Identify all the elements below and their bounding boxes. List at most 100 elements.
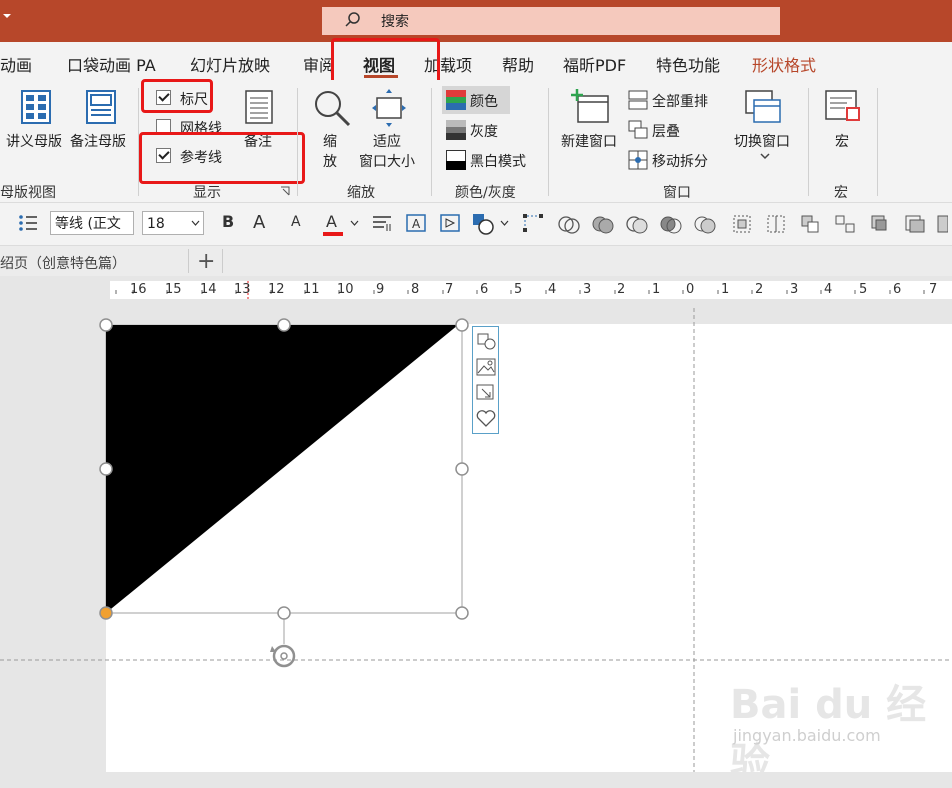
heart-icon[interactable] [476,410,496,428]
tab-special-features[interactable]: 特色功能 [656,52,720,76]
cascade-button[interactable]: 层叠 [652,121,680,141]
ruler-label: 1 [652,282,661,297]
shapes-chevron-down-icon[interactable] [500,220,509,226]
group-label-master-views: 母版视图 [0,185,56,201]
group-label-window: 窗口 [663,185,691,201]
font-size-chevron-down-icon [191,220,200,226]
group-label-zoom: 缩放 [347,185,375,201]
fit-window-icon [372,89,406,127]
search-icon [345,12,360,27]
zoom-icon [315,91,351,127]
color-icon [446,90,466,110]
resize-handle-top-right [455,318,469,332]
ruler-label: 10 [337,282,354,297]
cascade-icon [628,120,648,139]
rotate-icon [270,644,296,668]
tab-slideshow[interactable]: 幻灯片放映 [190,52,270,76]
handout-master-button[interactable]: 讲义母版 [6,131,62,151]
layout-options-icon[interactable] [476,332,496,350]
font-family-value: 等线 (正文 [55,216,121,232]
fit-window-button-line2[interactable]: 窗口大小 [359,151,415,171]
shrink-font-button[interactable]: A [291,214,301,230]
quick-access-dropdown-icon[interactable] [3,14,11,18]
fit-window-button[interactable]: 适应 [373,131,401,151]
svg-text:A: A [412,217,421,231]
font-color-button[interactable]: A [326,212,337,231]
font-color-swatch [323,232,343,236]
switch-window-button[interactable]: 切换窗口 [734,131,790,151]
black-white-button[interactable]: 黑白模式 [470,151,526,171]
ruler-label: 6 [480,282,489,297]
resize-icon[interactable] [476,384,496,402]
ruler-label: 0 [686,282,695,297]
resize-handle-bottom-right [455,606,469,620]
dialog-launcher-icon[interactable] [280,186,290,196]
font-color-chevron-down-icon[interactable] [350,220,359,226]
tab-foxit-pdf[interactable]: 福昕PDF [563,52,626,76]
move-split-button[interactable]: 移动拆分 [652,151,708,171]
highlight-box-guides [139,132,305,184]
tab-divider [222,249,223,273]
group-label-color-grayscale: 颜色/灰度 [455,185,516,201]
grayscale-icon [446,120,466,140]
notes-master-button[interactable]: 备注母版 [70,131,126,151]
resize-handle-bottom [277,606,291,620]
ruler-label: 3 [790,282,799,297]
move-split-icon [628,150,648,170]
ruler-label: 8 [411,282,420,297]
resize-handle-top-left [99,318,113,332]
font-family-dropdown[interactable]: 等线 (正文 [50,211,134,235]
color-button[interactable]: 颜色 [470,91,498,111]
macro-button[interactable]: 宏 [835,131,849,151]
new-window-icon [571,89,609,123]
group-separator [877,88,878,196]
merge-shapes-icons[interactable] [558,213,948,235]
notes-icon [245,90,273,124]
arrange-all-button[interactable]: 全部重排 [652,91,708,111]
tab-pocket-animation[interactable]: 口袋动画 PA [67,52,156,76]
ruler-label: 5 [859,282,868,297]
zoom-button[interactable]: 缩 [323,131,337,151]
add-tab-button[interactable]: + [197,249,215,274]
bullets-icon[interactable] [18,214,38,232]
arrange-all-icon [628,90,648,110]
group-separator [548,88,549,196]
ruler-label: 5 [514,282,523,297]
shapes-icon[interactable] [472,213,494,235]
black-triangle-shape [106,325,458,613]
ruler-label: 6 [893,282,902,297]
tab-help[interactable]: 帮助 [502,52,534,76]
edit-points-icon[interactable] [523,214,543,232]
group-separator [431,88,432,196]
ruler-label: 4 [548,282,557,297]
switch-window-chevron-down-icon[interactable] [760,152,770,160]
watermark-url: jingyan.baidu.com [733,726,881,745]
text-box-icon[interactable]: A [406,214,426,232]
text-box-vertical-icon[interactable] [440,214,460,232]
grow-font-button[interactable]: A [253,212,265,233]
ruler-label: 2 [755,282,764,297]
font-size-value: 18 [147,216,165,232]
grayscale-button[interactable]: 灰度 [470,121,498,141]
group-separator [297,88,298,196]
highlight-box-ruler [141,79,213,113]
resize-handle-top [277,318,291,332]
picture-icon[interactable] [476,358,496,376]
ruler-label: 14 [200,282,217,297]
ruler-label: 7 [929,282,938,297]
document-tab[interactable]: 绍页（创意特色篇） [0,253,126,273]
paragraph-align-icon[interactable] [372,214,392,232]
tab-divider [188,249,189,273]
tab-shape-format[interactable]: 形状格式 [752,52,816,76]
zoom-button-line2[interactable]: 放 [323,151,337,171]
new-window-button[interactable]: 新建窗口 [561,131,617,151]
bold-button[interactable]: B [222,212,234,231]
ruler-label: 1 [721,282,730,297]
ruler-label: 16 [130,282,147,297]
ruler-label: 15 [165,282,182,297]
search-placeholder[interactable]: 搜索 [381,11,409,31]
tab-animations[interactable]: 动画 [0,52,32,76]
macro-icon [825,90,860,121]
ruler-label: 2 [617,282,626,297]
ruler-label: 13 [234,282,251,297]
